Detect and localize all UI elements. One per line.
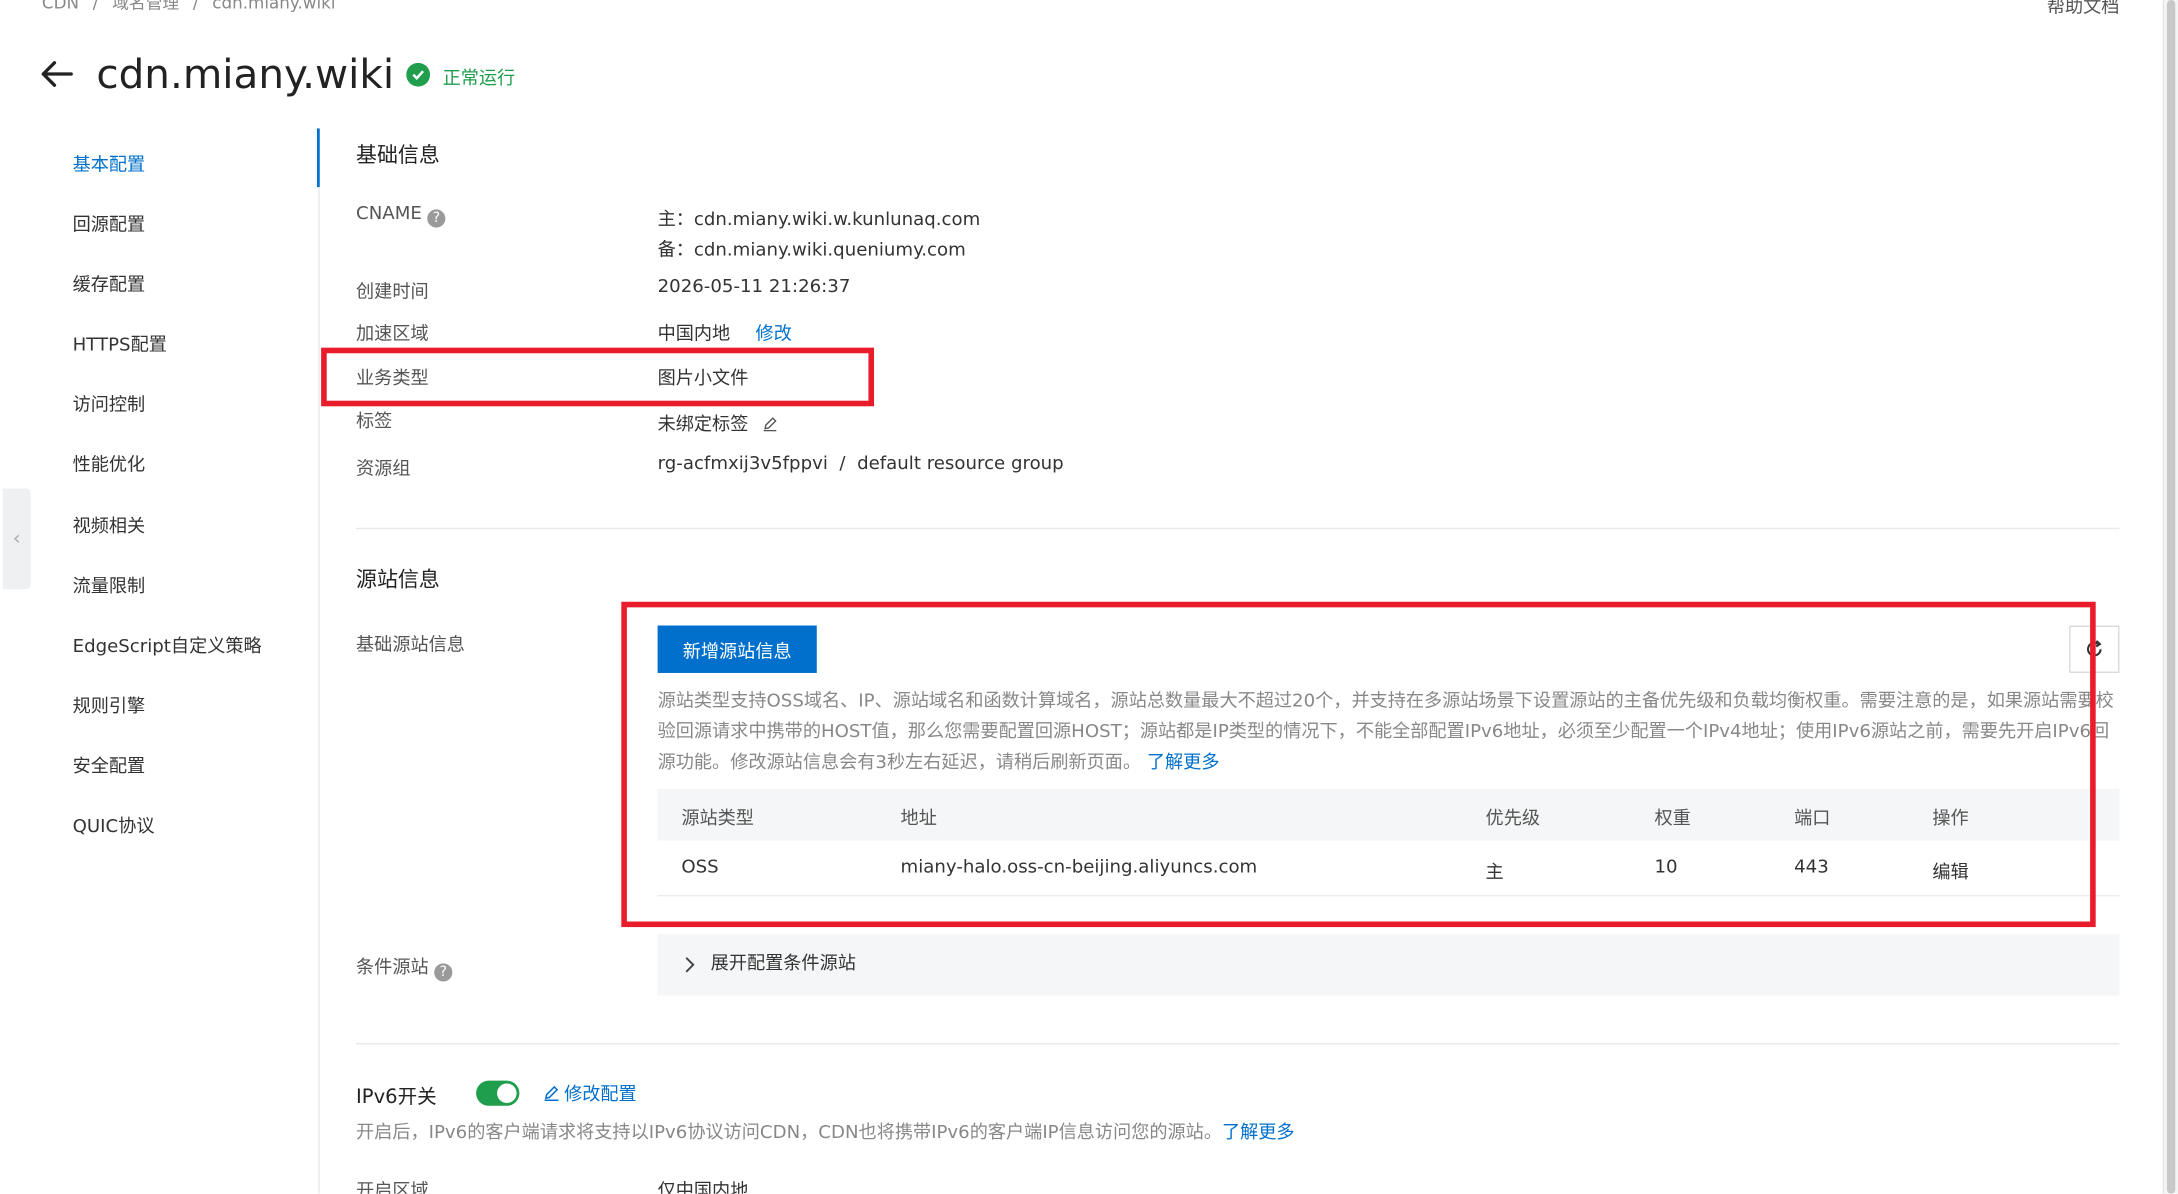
check-circle-icon xyxy=(406,62,431,87)
ipv6-region-label: 开启区域 xyxy=(356,1181,429,1194)
conditional-origin-expander[interactable]: 展开配置条件源站 xyxy=(657,934,2120,996)
cname-label: CNAME? xyxy=(356,204,446,228)
col-action: 操作 xyxy=(1932,808,1969,830)
tag-value-text: 未绑定标签 xyxy=(657,414,749,436)
refresh-button[interactable] xyxy=(2069,625,2120,673)
basic-info-title: 基础信息 xyxy=(356,142,440,168)
origin-info-title: 源站信息 xyxy=(356,566,440,592)
origin-description-text: 源站类型支持OSS域名、IP、源站域名和函数计算域名，源站总数量最大不超过20个… xyxy=(657,691,2114,774)
nav-item-basic-config[interactable]: 基本配置 xyxy=(73,149,146,176)
breadcrumb: CDN / 域名管理 / cdn.miany.wiki xyxy=(42,0,344,14)
chevron-left-icon: ‹ xyxy=(12,527,21,551)
ipv6-title: IPv6开关 xyxy=(356,1086,437,1109)
nav-item-https-config[interactable]: HTTPS配置 xyxy=(73,330,167,356)
nav-item-edgescript[interactable]: EdgeScript自定义策略 xyxy=(73,631,262,658)
help-doc-link[interactable]: 帮助文档 xyxy=(2047,0,2120,18)
ipv6-description-text: 开启后，IPv6的客户端请求将支持以IPv6协议访问CDN，CDN也将携带IPv… xyxy=(356,1122,1222,1144)
nav-item-traffic-limit[interactable]: 流量限制 xyxy=(73,571,146,598)
ipv6-learn-more-link[interactable]: 了解更多 xyxy=(1222,1123,1295,1144)
cell-priority: 主 xyxy=(1485,862,1504,884)
col-priority: 优先级 xyxy=(1485,808,1541,830)
nav-item-cache-config[interactable]: 缓存配置 xyxy=(73,269,146,296)
resource-group-value: rg-acfmxij3v5fppvi / default resource gr… xyxy=(657,453,1064,475)
col-port: 端口 xyxy=(1794,808,1831,830)
biz-type-label: 业务类型 xyxy=(356,368,429,390)
breadcrumb-separator: / xyxy=(192,0,199,13)
nav-item-video[interactable]: 视频相关 xyxy=(73,511,146,538)
breadcrumb-current: cdn.miany.wiki xyxy=(212,0,336,13)
divider xyxy=(356,1042,2120,1045)
nav-item-access-control[interactable]: 访问控制 xyxy=(73,390,146,416)
nav-item-origin-config[interactable]: 回源配置 xyxy=(73,209,146,236)
status-badge: 正常运行 xyxy=(442,68,516,90)
nav-item-performance[interactable]: 性能优化 xyxy=(73,450,146,476)
nav-item-security[interactable]: 安全配置 xyxy=(73,751,146,778)
ipv6-region-value: 仅中国内地 xyxy=(657,1181,749,1194)
resource-group-label: 资源组 xyxy=(356,459,411,481)
created-time-value: 2026-05-11 21:26:37 xyxy=(657,276,851,298)
cell-port: 443 xyxy=(1794,857,1829,879)
nav-divider xyxy=(318,128,320,1194)
col-address: 地址 xyxy=(900,808,937,830)
region-label: 加速区域 xyxy=(356,323,429,345)
scrollbar-thumb[interactable] xyxy=(2166,0,2176,1194)
ipv6-toggle[interactable] xyxy=(476,1080,520,1106)
origin-table-header: 源站类型 地址 优先级 权重 端口 操作 xyxy=(657,788,2120,841)
page-title: cdn.miany.wiki xyxy=(96,50,395,98)
add-origin-button[interactable]: 新增源站信息 xyxy=(657,625,817,673)
tag-label: 标签 xyxy=(356,411,393,433)
chevron-right-icon xyxy=(685,957,695,973)
basic-origin-label: 基础源站信息 xyxy=(356,635,465,657)
origin-description: 源站类型支持OSS域名、IP、源站域名和函数计算域名，源站总数量最大不超过20个… xyxy=(658,687,2117,779)
region-value-text: 中国内地 xyxy=(657,323,731,345)
edit-pencil-icon[interactable] xyxy=(763,416,778,432)
cname-main-value: 主：cdn.miany.wiki.w.kunlunaq.com xyxy=(657,209,981,231)
cdn-domain-config-page: CDN / 域名管理 / cdn.miany.wiki 帮助文档 ‹ cdn.m… xyxy=(0,0,2178,1194)
nav-item-quic[interactable]: QUIC协议 xyxy=(73,811,155,838)
divider xyxy=(356,527,2120,530)
conditional-origin-label: 条件源站? xyxy=(356,952,453,982)
ipv6-edit-config-link[interactable]: 修改配置 xyxy=(543,1085,637,1107)
breadcrumb-domain-management[interactable]: 域名管理 xyxy=(112,0,179,13)
ipv6-edit-config-text: 修改配置 xyxy=(564,1084,637,1106)
ipv6-description: 开启后，IPv6的客户端请求将支持以IPv6协议访问CDN，CDN也将携带IPv… xyxy=(356,1123,1295,1145)
biz-type-value: 图片小文件 xyxy=(657,368,749,390)
edit-origin-link[interactable]: 编辑 xyxy=(1932,857,1968,884)
toggle-knob xyxy=(497,1083,517,1103)
nav-active-indicator xyxy=(316,128,320,188)
col-origin-type: 源站类型 xyxy=(681,808,754,830)
breadcrumb-cdn[interactable]: CDN xyxy=(42,0,79,13)
table-row: OSS miany-halo.oss-cn-beijing.aliyuncs.c… xyxy=(657,841,2120,897)
conditional-origin-label-text: 条件源站 xyxy=(356,957,429,979)
tag-value: 未绑定标签 xyxy=(658,409,778,436)
back-arrow-icon[interactable] xyxy=(39,53,75,95)
created-time-label: 创建时间 xyxy=(356,282,429,303)
cell-weight: 10 xyxy=(1654,857,1678,879)
region-edit-link[interactable]: 修改 xyxy=(756,324,792,345)
cname-label-text: CNAME xyxy=(356,203,422,225)
conditional-origin-expand-text: 展开配置条件源站 xyxy=(710,953,856,975)
col-weight: 权重 xyxy=(1654,808,1691,830)
question-icon[interactable]: ? xyxy=(427,209,446,228)
cell-origin-type: OSS xyxy=(681,857,719,879)
origin-learn-more-link[interactable]: 了解更多 xyxy=(1147,753,1220,774)
cell-address: miany-halo.oss-cn-beijing.aliyuncs.com xyxy=(900,857,1258,879)
nav-item-rule-engine[interactable]: 规则引擎 xyxy=(73,691,146,718)
refresh-icon xyxy=(2087,640,2102,657)
sidebar-collapse-toggle[interactable]: ‹ xyxy=(2,488,31,590)
region-value: 中国内地 修改 xyxy=(658,318,792,345)
question-icon[interactable]: ? xyxy=(434,963,453,982)
edit-pencil-icon xyxy=(544,1085,559,1101)
breadcrumb-separator: / xyxy=(92,0,99,13)
cname-backup-value: 备：cdn.miany.wiki.queniumy.com xyxy=(657,240,966,262)
